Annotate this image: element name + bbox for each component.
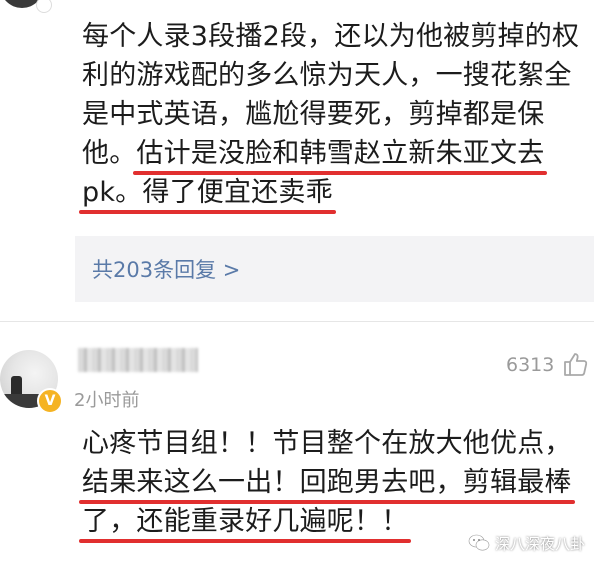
thumbs-up-icon[interactable] [562, 351, 588, 377]
comment-line: 每个人录3段播2段，还以为他被剪掉的权 [82, 21, 580, 52]
comment-line: pk。得了便宜还卖乖 [79, 173, 579, 214]
comment-line: 心疼节目组！！节目整个在放大他优点， [82, 428, 572, 459]
watermark-text: 深八深夜八卦 [495, 534, 586, 553]
like-count: 6313 [506, 354, 555, 376]
comment-1-text: 每个人录3段播2段，还以为他被剪掉的权 利的游戏配的多么惊为天人，一搜花絮全 是… [79, 17, 580, 214]
comment-line: 是中式英语，尴尬得要死，剪掉都是保 [82, 99, 545, 130]
replies-panel[interactable]: 共203条回复 > [75, 236, 594, 302]
comment-divider [0, 321, 594, 322]
previous-avatar [0, 0, 52, 13]
avatar-figure [11, 376, 22, 396]
comment-line: 利的游戏配的多么惊为天人，一搜花絮全 [82, 60, 572, 91]
highlight-underline: pk。得了便宜还卖乖 [79, 173, 336, 214]
wechat-icon [468, 534, 490, 551]
comment-line: 结果来这么一出！回跑男去吧，剪辑最棒 [79, 463, 575, 504]
comment-line: 他。估计是没脸和韩雪赵立新朱亚文去 [82, 134, 579, 175]
comment-timestamp: 2小时前 [74, 390, 140, 411]
username-redacted[interactable] [78, 348, 198, 372]
verified-badge-icon: V [37, 388, 63, 414]
comment-2-text: 心疼节目组！！节目整个在放大他优点， 结果来这么一出！回跑男去吧，剪辑最棒 了，… [78, 424, 575, 543]
watermark: 深八深夜八卦 [462, 529, 593, 557]
highlight-underline: 估计是没脸和韩雪赵立新朱亚文去 [133, 134, 548, 175]
highlight-underline: 了，还能重录好几遍呢！！ [78, 502, 412, 543]
view-replies-link[interactable]: 共203条回复 > [92, 254, 240, 284]
highlight-underline: 结果来这么一出！回跑男去吧，剪辑最棒 [79, 463, 575, 504]
